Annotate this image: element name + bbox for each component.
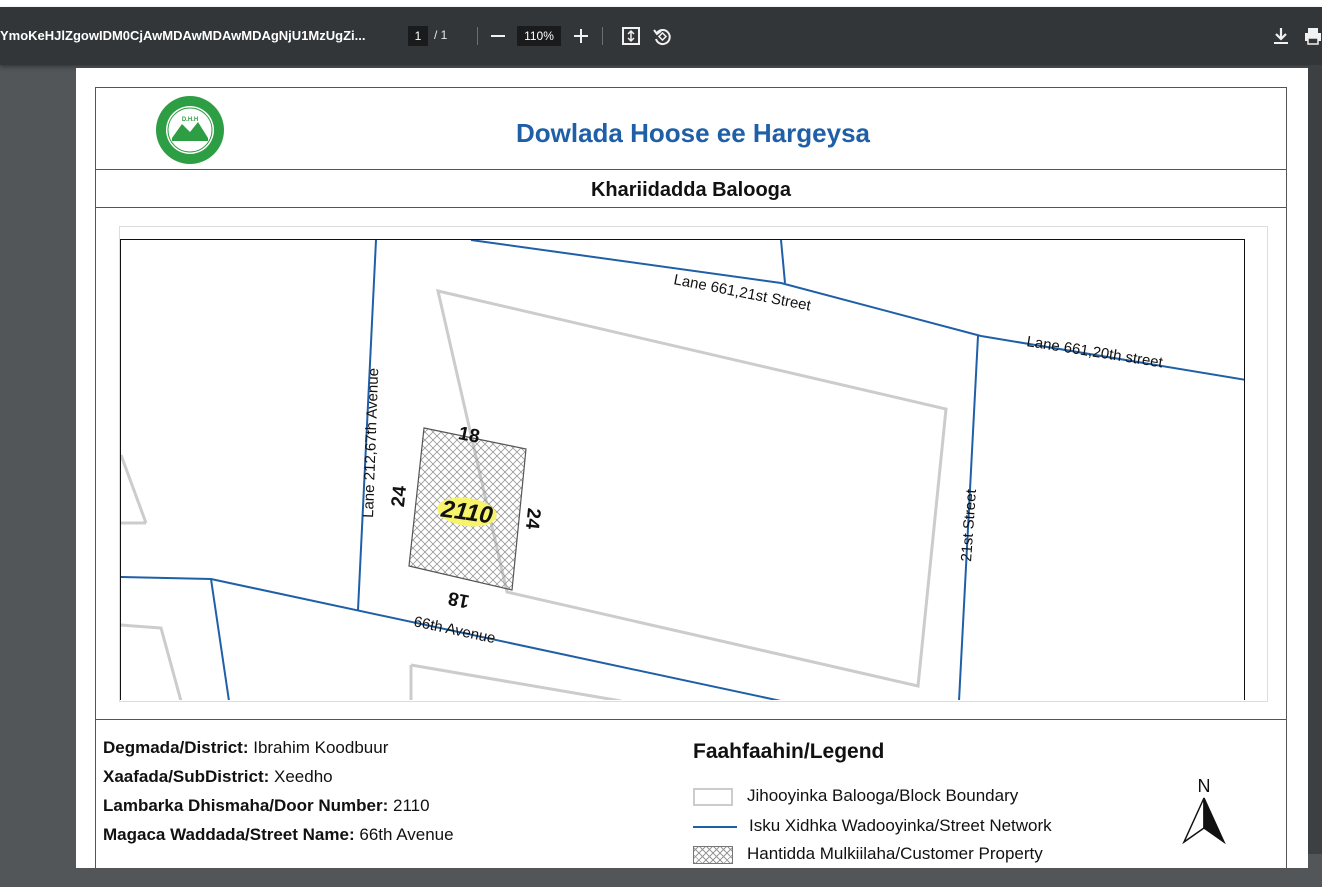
- street-line: [210, 578, 230, 700]
- district-row: Degmada/District: Ibrahim Koodbuur: [103, 738, 388, 758]
- street-label: 21st Street: [958, 488, 980, 562]
- district-label: Degmada/District:: [103, 738, 249, 757]
- fit-page-icon: [622, 27, 640, 45]
- customer-property-swatch: [693, 845, 733, 864]
- north-label: N: [1198, 776, 1211, 796]
- block-boundary-swatch: [693, 787, 733, 806]
- zoom-level-input[interactable]: 110%: [517, 26, 561, 46]
- subdistrict-row: Xaafada/SubDistrict: Xeedho: [103, 767, 333, 787]
- legend-label: Jihooyinka Balooga/Block Boundary: [747, 786, 1019, 805]
- plus-icon: [574, 29, 588, 43]
- north-arrow-icon: N: [1182, 776, 1226, 845]
- subdistrict-label: Xaafada/SubDistrict:: [103, 767, 270, 786]
- vertical-scrollbar[interactable]: [1308, 65, 1322, 854]
- download-button[interactable]: [1270, 25, 1292, 47]
- toolbar-divider: [477, 27, 478, 45]
- street-label: 66th Avenue: [412, 613, 497, 647]
- minus-icon: [491, 35, 505, 37]
- door-number-value: 2110: [393, 796, 430, 815]
- print-button[interactable]: [1302, 25, 1322, 47]
- page-total: / 1: [434, 28, 448, 42]
- pdf-toolbar: YmoKeHJlZgowIDM0CjAwMDAwMDAwMDAgNjU1MzUg…: [0, 7, 1322, 65]
- door-number-row: Lambarka Dhismaha/Door Number: 2110: [103, 796, 430, 816]
- parcel-dim-right: 24: [521, 507, 544, 531]
- rotate-button[interactable]: [651, 25, 673, 47]
- header-divider: [96, 207, 1286, 208]
- street-label: Lane 212,67th Avenue: [360, 368, 382, 518]
- toolbar-divider: [602, 27, 603, 45]
- block-boundary: [410, 663, 622, 700]
- block-boundary: [121, 623, 183, 700]
- legend-item-street-network: Isku Xidhka Wadooyinka/Street Network: [693, 816, 1052, 836]
- legend-title: Faahfaahin/Legend: [693, 740, 885, 763]
- window-top-strip: [0, 0, 1322, 7]
- print-icon: [1305, 28, 1321, 45]
- subdistrict-value: Xeedho: [274, 767, 333, 786]
- block-map: 2110 18 18 24 24 Lane 661,21st Street La…: [120, 239, 1245, 700]
- legend-item-block-boundary: Jihooyinka Balooga/Block Boundary: [693, 786, 1018, 806]
- parcel-dim-left: 24: [388, 484, 411, 508]
- rotate-icon: [653, 29, 671, 46]
- street-name-row: Magaca Waddada/Street Name: 66th Avenue: [103, 825, 454, 845]
- parcel-dim-top: 18: [457, 423, 482, 448]
- download-icon: [1274, 28, 1288, 44]
- zoom-out-button[interactable]: [487, 24, 509, 48]
- legend-label: Isku Xidhka Wadooyinka/Street Network: [749, 816, 1052, 835]
- document-filename: YmoKeHJlZgowIDM0CjAwMDAwMDAwMDAgNjU1MzUg…: [0, 28, 366, 43]
- street-line: [780, 240, 786, 284]
- block-boundary: [121, 454, 148, 524]
- map-canvas: 2110 18 18 24 24 Lane 661,21st Street La…: [121, 240, 1244, 700]
- street-label: Lane 661,20th street: [1025, 333, 1164, 371]
- document-title: Dowlada Hoose ee Hargeysa: [515, 118, 871, 148]
- street-name-label: Magaca Waddada/Street Name:: [103, 825, 355, 844]
- info-divider: [96, 719, 1286, 720]
- map-sheet-frame: D.H.H Dowlada Hoose ee Hargeysa Khariida…: [95, 87, 1287, 887]
- fit-page-button[interactable]: [620, 25, 642, 47]
- district-value: Ibrahim Koodbuur: [253, 738, 389, 757]
- zoom-in-button[interactable]: [570, 24, 592, 48]
- header-divider: [96, 169, 1286, 170]
- parcel-dim-bottom: 18: [446, 587, 471, 612]
- page-number-input[interactable]: 1: [408, 26, 428, 46]
- legend-item-customer-property: Hantidda Mulkiilaha/Customer Property: [693, 844, 1043, 864]
- street-network-swatch: [693, 825, 737, 828]
- door-number-label: Lambarka Dhismaha/Door Number:: [103, 796, 389, 815]
- map-subtitle: Khariidadda Balooga: [590, 179, 792, 201]
- pdf-page: D.H.H Dowlada Hoose ee Hargeysa Khariida…: [76, 68, 1308, 887]
- street-name-value: 66th Avenue: [359, 825, 454, 844]
